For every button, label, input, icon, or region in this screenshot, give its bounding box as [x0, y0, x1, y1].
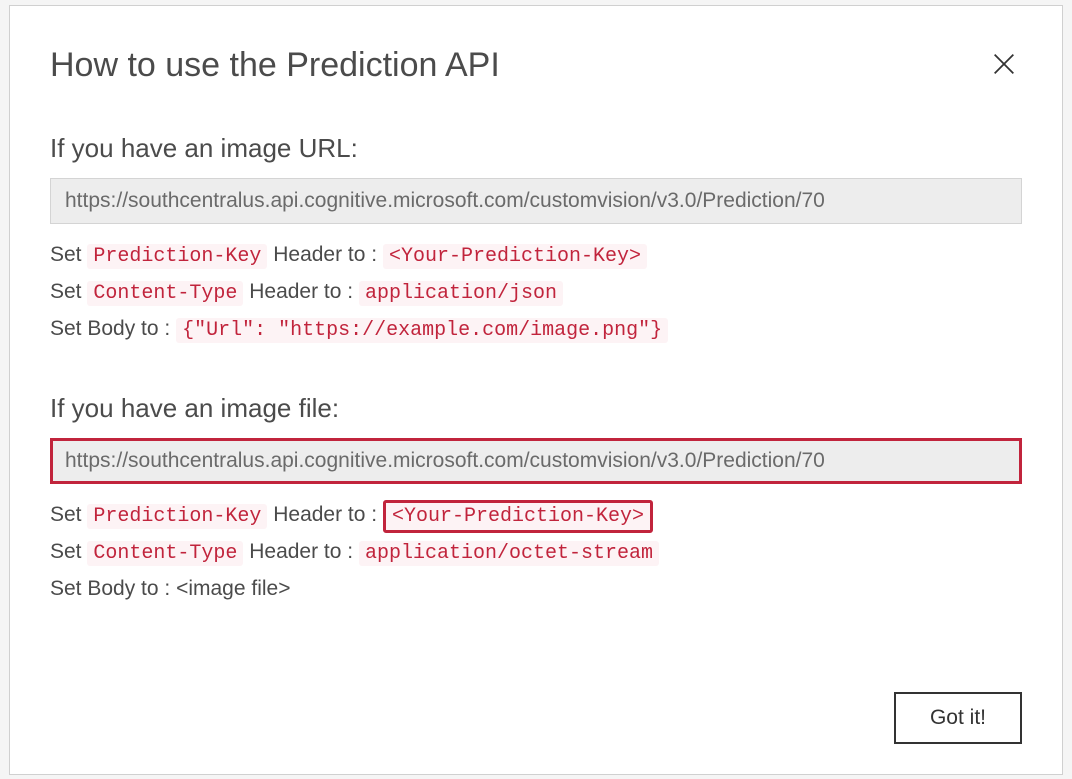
image-url-heading: If you have an image URL:	[50, 133, 1022, 164]
file-prediction-key-line: Set Prediction-Key Header to : <Your-Pre…	[50, 498, 1022, 533]
content-type-header-name: Content-Type	[87, 541, 243, 566]
dialog-footer: Got it!	[50, 692, 1022, 744]
image-url-section: If you have an image URL: https://southc…	[50, 133, 1022, 349]
body-json-value: {"Url": "https://example.com/image.png"}	[176, 318, 668, 343]
text-label: Header to :	[243, 540, 359, 563]
url-body-line: Set Body to : {"Url": "https://example.c…	[50, 312, 1022, 347]
content-type-value: application/json	[359, 281, 563, 306]
file-content-type-line: Set Content-Type Header to : application…	[50, 535, 1022, 570]
text-label: Header to :	[243, 280, 359, 303]
text-label: Set	[50, 280, 87, 303]
prediction-key-value-highlighted: <Your-Prediction-Key>	[383, 500, 653, 533]
text-label: Set	[50, 503, 87, 526]
got-it-button[interactable]: Got it!	[894, 692, 1022, 744]
text-label: Header to :	[267, 243, 383, 266]
text-label: Set	[50, 243, 87, 266]
content-type-value: application/octet-stream	[359, 541, 659, 566]
text-label: Set Body to :	[50, 317, 176, 340]
url-prediction-key-line: Set Prediction-Key Header to : <Your-Pre…	[50, 238, 1022, 273]
close-icon	[990, 50, 1018, 78]
prediction-key-value: <Your-Prediction-Key>	[383, 244, 647, 269]
prediction-key-header-name: Prediction-Key	[87, 244, 267, 269]
image-file-heading: If you have an image file:	[50, 393, 1022, 424]
close-button[interactable]	[986, 46, 1022, 85]
dialog-title: How to use the Prediction API	[50, 46, 500, 85]
image-file-section: If you have an image file: https://south…	[50, 393, 1022, 608]
prediction-api-dialog: How to use the Prediction API If you hav…	[9, 5, 1063, 775]
dialog-header: How to use the Prediction API	[50, 46, 1022, 85]
text-label: Set	[50, 540, 87, 563]
url-content-type-line: Set Content-Type Header to : application…	[50, 275, 1022, 310]
image-url-endpoint-box[interactable]: https://southcentralus.api.cognitive.mic…	[50, 178, 1022, 224]
content-type-header-name: Content-Type	[87, 281, 243, 306]
image-file-endpoint-box[interactable]: https://southcentralus.api.cognitive.mic…	[50, 438, 1022, 484]
prediction-key-header-name: Prediction-Key	[87, 504, 267, 529]
file-body-line: Set Body to : <image file>	[50, 572, 1022, 606]
text-label: Header to :	[267, 503, 383, 526]
